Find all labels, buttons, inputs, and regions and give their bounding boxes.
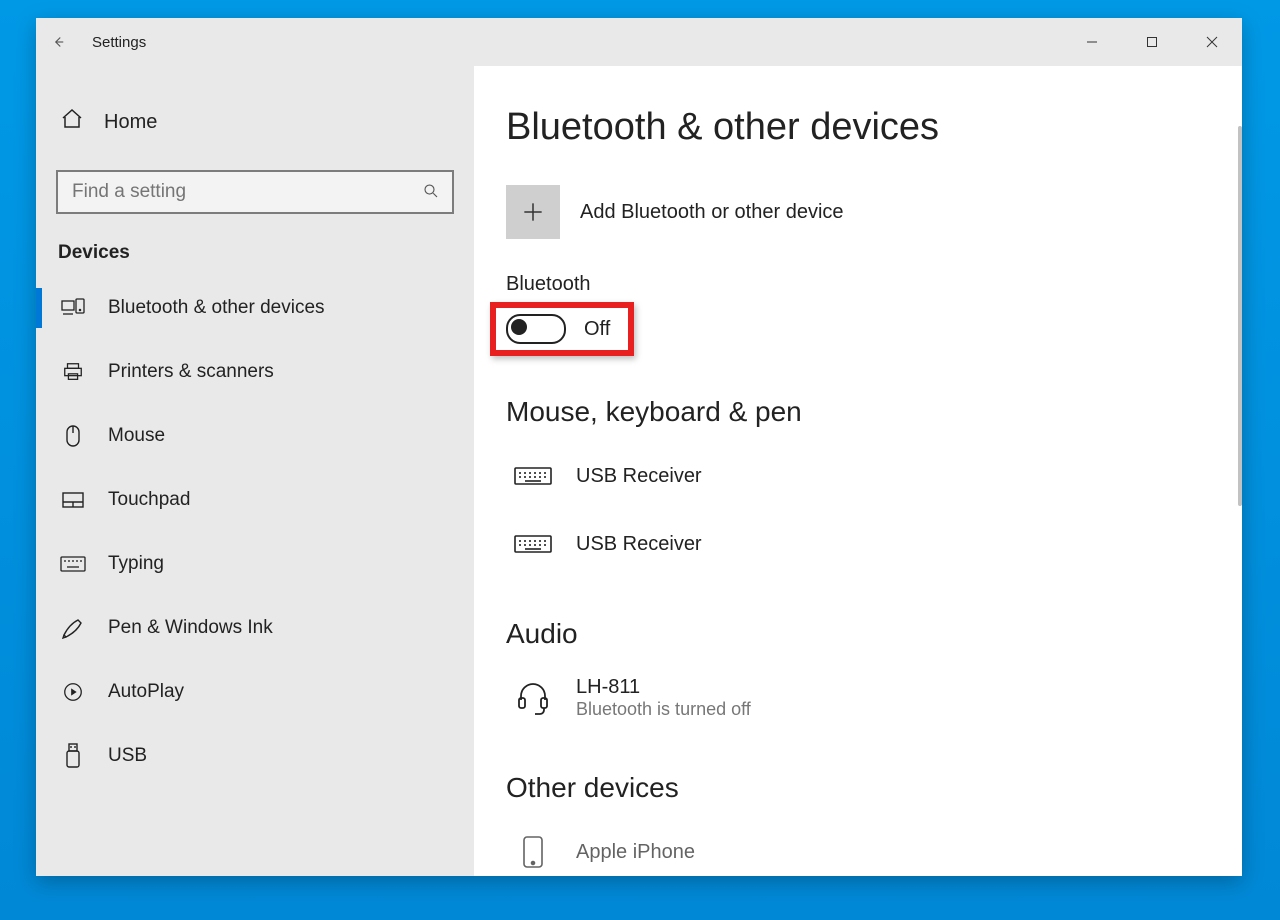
device-row[interactable]: LH-811 Bluetooth is turned off bbox=[506, 664, 1214, 732]
main-content: Bluetooth & other devices Add Bluetooth … bbox=[474, 66, 1242, 876]
device-status: Bluetooth is turned off bbox=[576, 699, 751, 720]
bluetooth-toggle-block: Bluetooth Off bbox=[506, 273, 1214, 356]
page-title: Bluetooth & other devices bbox=[506, 106, 1214, 149]
sidebar-item-touchpad[interactable]: Touchpad bbox=[36, 468, 474, 532]
section-audio: Audio bbox=[506, 618, 1214, 650]
close-icon bbox=[1206, 36, 1218, 48]
device-name: USB Receiver bbox=[576, 533, 702, 556]
keyboard-icon bbox=[512, 464, 554, 488]
sidebar-item-label: Bluetooth & other devices bbox=[108, 297, 325, 319]
device-row[interactable]: USB Receiver bbox=[506, 510, 1214, 578]
keyboard-icon bbox=[60, 556, 86, 572]
sidebar-item-printers[interactable]: Printers & scanners bbox=[36, 340, 474, 404]
maximize-icon bbox=[1146, 36, 1158, 48]
touchpad-icon bbox=[60, 491, 86, 509]
home-link[interactable]: Home bbox=[36, 66, 474, 148]
sidebar-item-label: AutoPlay bbox=[108, 681, 184, 703]
search-input[interactable] bbox=[56, 170, 454, 214]
sidebar-item-label: Typing bbox=[108, 553, 164, 575]
pen-icon bbox=[60, 617, 86, 639]
add-device-button[interactable]: Add Bluetooth or other device bbox=[506, 185, 1214, 239]
mouse-icon bbox=[60, 424, 86, 448]
device-row[interactable]: USB Receiver bbox=[506, 442, 1214, 510]
sidebar: Home Devices Bluetooth & other devices bbox=[36, 66, 474, 876]
scrollbar[interactable] bbox=[1238, 126, 1242, 506]
toggle-knob bbox=[511, 319, 527, 335]
bluetooth-toggle[interactable] bbox=[506, 314, 566, 344]
titlebar: Settings bbox=[36, 18, 1242, 66]
search-wrap bbox=[36, 148, 474, 214]
sidebar-item-pen[interactable]: Pen & Windows Ink bbox=[36, 596, 474, 660]
maximize-button[interactable] bbox=[1122, 18, 1182, 66]
bluetooth-toggle-state: Off bbox=[584, 318, 610, 341]
minimize-button[interactable] bbox=[1062, 18, 1122, 66]
device-name: Apple iPhone bbox=[576, 841, 695, 864]
home-label: Home bbox=[104, 111, 157, 134]
sidebar-item-autoplay[interactable]: AutoPlay bbox=[36, 660, 474, 724]
sidebar-category: Devices bbox=[36, 214, 474, 276]
search-icon bbox=[422, 182, 440, 205]
window-title: Settings bbox=[80, 34, 146, 51]
sidebar-item-label: Pen & Windows Ink bbox=[108, 617, 273, 639]
sidebar-item-mouse[interactable]: Mouse bbox=[36, 404, 474, 468]
sidebar-item-label: Mouse bbox=[108, 425, 165, 447]
close-button[interactable] bbox=[1182, 18, 1242, 66]
sidebar-item-label: Touchpad bbox=[108, 489, 190, 511]
settings-window: Settings Home bbox=[36, 18, 1242, 876]
printer-icon bbox=[60, 361, 86, 383]
add-device-label: Add Bluetooth or other device bbox=[580, 201, 844, 224]
plus-tile bbox=[506, 185, 560, 239]
device-row[interactable]: Apple iPhone bbox=[506, 818, 1214, 876]
device-name: LH-811 bbox=[576, 676, 751, 699]
plus-icon bbox=[520, 199, 546, 225]
usb-icon bbox=[60, 743, 86, 769]
bluetooth-label: Bluetooth bbox=[506, 273, 1214, 296]
section-mouse-keyboard-pen: Mouse, keyboard & pen bbox=[506, 396, 1214, 428]
sidebar-item-bluetooth[interactable]: Bluetooth & other devices bbox=[36, 276, 474, 340]
device-name: USB Receiver bbox=[576, 465, 702, 488]
home-icon bbox=[60, 107, 86, 137]
keyboard-icon bbox=[512, 532, 554, 556]
sidebar-item-typing[interactable]: Typing bbox=[36, 532, 474, 596]
devices-icon bbox=[60, 298, 86, 318]
autoplay-icon bbox=[60, 681, 86, 703]
minimize-icon bbox=[1086, 36, 1098, 48]
phone-icon bbox=[512, 835, 554, 869]
window-controls bbox=[1062, 18, 1242, 66]
section-other-devices: Other devices bbox=[506, 772, 1214, 804]
sidebar-item-label: Printers & scanners bbox=[108, 361, 274, 383]
headset-icon bbox=[512, 680, 554, 716]
sidebar-item-usb[interactable]: USB bbox=[36, 724, 474, 788]
back-button[interactable] bbox=[36, 18, 80, 66]
highlight-annotation: Off bbox=[490, 302, 634, 356]
arrow-left-icon bbox=[49, 33, 67, 51]
sidebar-item-label: USB bbox=[108, 745, 147, 767]
